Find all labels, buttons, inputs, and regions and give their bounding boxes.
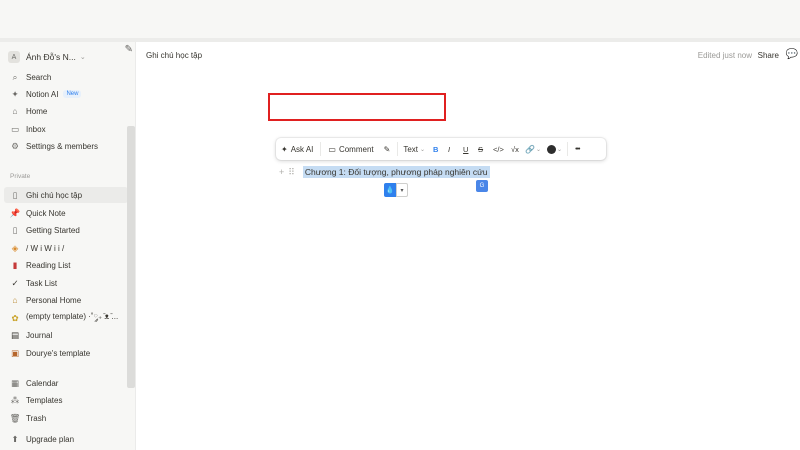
house-icon: ⌂: [12, 295, 18, 305]
sidebar-item-trash[interactable]: 🗑 Trash: [4, 410, 128, 426]
sidebar-item-search[interactable]: ⌕ Search: [4, 69, 128, 85]
link-button[interactable]: 🔗 ⌄: [522, 138, 544, 160]
translate-icon[interactable]: G: [476, 180, 488, 192]
sidebar-item-settings[interactable]: ⚙ Settings & members: [4, 138, 128, 154]
suggest-edit-button[interactable]: ✎: [379, 138, 396, 160]
journal-icon: ▤: [10, 329, 20, 340]
add-block-icon[interactable]: +: [279, 167, 284, 177]
link-icon: 🔗: [525, 144, 536, 154]
text-type-dropdown[interactable]: Text ⌄: [400, 138, 428, 160]
search-icon: ⌕: [12, 71, 18, 82]
sparkle-icon: ✦: [281, 144, 288, 154]
sidebar-page-personal-home[interactable]: ⌂ Personal Home: [4, 292, 128, 308]
sidebar: A Ánh Đỗ's N... ⌄ ✎ ⌕ Search ✦ Notion AI…: [0, 42, 136, 450]
templates-icon: ⁂: [10, 394, 20, 405]
sidebar-scrollbar[interactable]: [127, 126, 135, 388]
chevron-down-icon: ⌄: [536, 146, 542, 153]
sidebar-page-empty-template[interactable]: ✿ (empty template) ·˚༘₊ ̄ᴥ ̄...: [4, 310, 128, 326]
pin-icon: 📌: [9, 207, 21, 218]
new-badge: New: [63, 90, 82, 98]
sidebar-page-task-list[interactable]: ✓ Task List: [4, 275, 128, 291]
workspace-name: Ánh Đỗ's N...: [26, 52, 76, 62]
sidebar-page-reading-list[interactable]: ▮ Reading List: [4, 257, 128, 273]
sidebar-item-home[interactable]: ⌂ Home: [4, 103, 128, 119]
chevron-down-icon: ⌄: [557, 146, 563, 153]
page-icon: ▯: [12, 224, 18, 235]
sidebar-upgrade-plan[interactable]: ⬆ Upgrade plan: [4, 431, 128, 447]
calendar-icon: ▦: [10, 377, 20, 388]
trash-icon: 🗑: [9, 412, 21, 423]
ask-ai-button[interactable]: ✦ Ask AI: [276, 138, 318, 160]
main-content: Ghi chú học tập Edited just now Share 💬 …: [136, 42, 800, 450]
gear-icon: ⚙: [11, 140, 19, 151]
page-icon: ▯: [12, 189, 18, 200]
comment-icon: ▭: [328, 144, 336, 154]
sidebar-item-notion-ai[interactable]: ✦ Notion AI New: [4, 86, 128, 102]
inbox-icon: ▭: [10, 123, 20, 134]
sidebar-page-getting-started[interactable]: ▯ Getting Started: [4, 222, 128, 238]
new-page-icon[interactable]: ✎: [125, 44, 133, 55]
browser-top-bar: [0, 0, 800, 40]
book-icon: ▮: [12, 259, 18, 270]
sidebar-page-quick-note[interactable]: 📌 Quick Note: [4, 205, 128, 221]
text-color-button[interactable]: ⌄: [544, 138, 565, 160]
home-icon: ⌂: [12, 106, 18, 116]
text-block[interactable]: + ⠿ Chương 1: Đối tượng, phương pháp ngh…: [279, 165, 490, 179]
sidebar-page-dourye-template[interactable]: ▣ Dourye's template: [4, 345, 128, 361]
toolbar-divider: [397, 142, 399, 156]
drop-icon[interactable]: 💧: [384, 183, 396, 197]
workspace-switcher[interactable]: A Ánh Đỗ's N... ⌄: [8, 48, 130, 66]
text-format-toolbar: ✦ Ask AI ▭ Comment ✎ Text ⌄ B I U S </> …: [276, 138, 606, 160]
toolbar-divider: [320, 142, 322, 156]
private-section-label: Private: [10, 173, 31, 180]
color-dot-icon: [547, 144, 557, 154]
comments-icon[interactable]: 💬: [786, 49, 798, 60]
code-button[interactable]: </>: [488, 138, 506, 160]
toolbar-divider: [567, 142, 569, 156]
template-icon: ▣: [10, 347, 20, 358]
more-options-button[interactable]: •••: [570, 138, 584, 160]
bold-button[interactable]: B: [428, 138, 443, 160]
strikethrough-button[interactable]: S: [473, 138, 488, 160]
math-button[interactable]: √x: [506, 138, 522, 160]
emoji-icon: ✿: [11, 312, 19, 323]
chevron-down-icon: ⌄: [420, 146, 426, 153]
breadcrumb[interactable]: Ghi chú học tập: [146, 51, 202, 60]
workspace-avatar: A: [8, 51, 20, 63]
sidebar-item-calendar[interactable]: ▦ Calendar: [4, 375, 128, 391]
edit-comment-icon: ✎: [383, 144, 391, 154]
sidebar-item-templates[interactable]: ⁂ Templates: [4, 392, 128, 408]
sidebar-page-journal[interactable]: ▤ Journal: [4, 327, 128, 343]
underline-button[interactable]: U: [458, 138, 473, 160]
color-picker-widget[interactable]: 💧 ▾: [384, 183, 408, 197]
chevron-down-icon[interactable]: ▾: [396, 183, 408, 197]
chevron-down-icon: ⌄: [79, 54, 86, 61]
edited-status: Edited just now: [697, 51, 752, 60]
sidebar-page-wiwii[interactable]: ◈ / W i W i i /: [4, 240, 128, 256]
selected-text[interactable]: Chương 1: Đối tượng, phương pháp nghiên …: [302, 166, 490, 178]
emoji-icon: ◈: [11, 242, 19, 253]
comment-button[interactable]: ▭ Comment: [323, 138, 378, 160]
sparkle-icon: ✦: [11, 88, 19, 99]
check-icon: ✓: [11, 277, 19, 288]
drag-handle-icon[interactable]: ⠿: [288, 167, 295, 178]
sidebar-page-ghi-chu[interactable]: ▯ Ghi chú học tập: [4, 187, 128, 203]
share-button[interactable]: Share: [758, 51, 779, 60]
upgrade-icon: ⬆: [11, 433, 19, 444]
italic-button[interactable]: I: [443, 138, 458, 160]
sidebar-item-inbox[interactable]: ▭ Inbox: [4, 121, 128, 137]
